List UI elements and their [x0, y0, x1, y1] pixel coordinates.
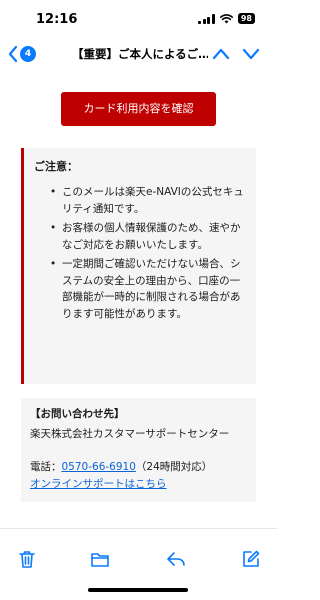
- cellular-signal-icon: [198, 13, 215, 24]
- notice-item: お客様の個人情報保護のため、速やかなご対応をお願いいたします。: [24, 220, 256, 253]
- status-indicators: 98: [198, 13, 255, 24]
- check-card-usage-button[interactable]: カード利用内容を確認: [61, 92, 216, 126]
- phone-number-link[interactable]: 0570-66-6910: [62, 461, 136, 473]
- folder-icon[interactable]: [89, 548, 111, 570]
- contact-phone-line: 電話：0570-66-6910（24時間対応）: [30, 459, 212, 474]
- compose-icon[interactable]: [240, 548, 262, 570]
- battery-indicator: 98: [237, 13, 255, 24]
- phone-label: 電話：: [30, 461, 62, 473]
- message-title: 【重要】ご本人によるご…: [72, 47, 208, 61]
- contact-title: 【お問い合わせ先】: [30, 408, 125, 420]
- contact-box: 【お問い合わせ先】 楽天株式会社カスタマーサポートセンター 電話：0570-66…: [21, 398, 256, 502]
- toolbar-divider: [0, 528, 277, 529]
- status-bar: 12:16 98: [0, 0, 277, 38]
- wifi-icon: [219, 13, 233, 23]
- online-support-link[interactable]: オンラインサポートはこちら: [30, 476, 167, 491]
- nav-bar: 4 【重要】ご本人によるご…: [0, 38, 277, 70]
- previous-message-icon[interactable]: [211, 46, 231, 62]
- notice-box: ご注意： このメールは楽天e-NAVIの公式セキュリティ通知です。 お客様の個人…: [21, 148, 256, 384]
- notice-item: このメールは楽天e-NAVIの公式セキュリティ通知です。: [24, 184, 256, 217]
- notice-list: このメールは楽天e-NAVIの公式セキュリティ通知です。 お客様の個人情報保護の…: [24, 184, 256, 325]
- reply-icon[interactable]: [165, 548, 187, 570]
- unread-count-badge[interactable]: 4: [20, 46, 36, 62]
- bottom-toolbar: [0, 538, 277, 582]
- notice-title: ご注意：: [34, 160, 78, 173]
- trash-icon[interactable]: [16, 548, 38, 570]
- back-chevron-icon[interactable]: [6, 44, 20, 64]
- next-message-icon[interactable]: [241, 46, 261, 62]
- phone-hours: （24時間対応）: [135, 461, 213, 473]
- contact-company: 楽天株式会社カスタマーサポートセンター: [30, 428, 230, 440]
- status-time: 12:16: [36, 12, 78, 27]
- notice-item: 一定期間ご確認いただけない場合、システムの安全上の理由から、口座の一部機能が一時…: [24, 256, 256, 322]
- home-indicator[interactable]: [88, 588, 188, 592]
